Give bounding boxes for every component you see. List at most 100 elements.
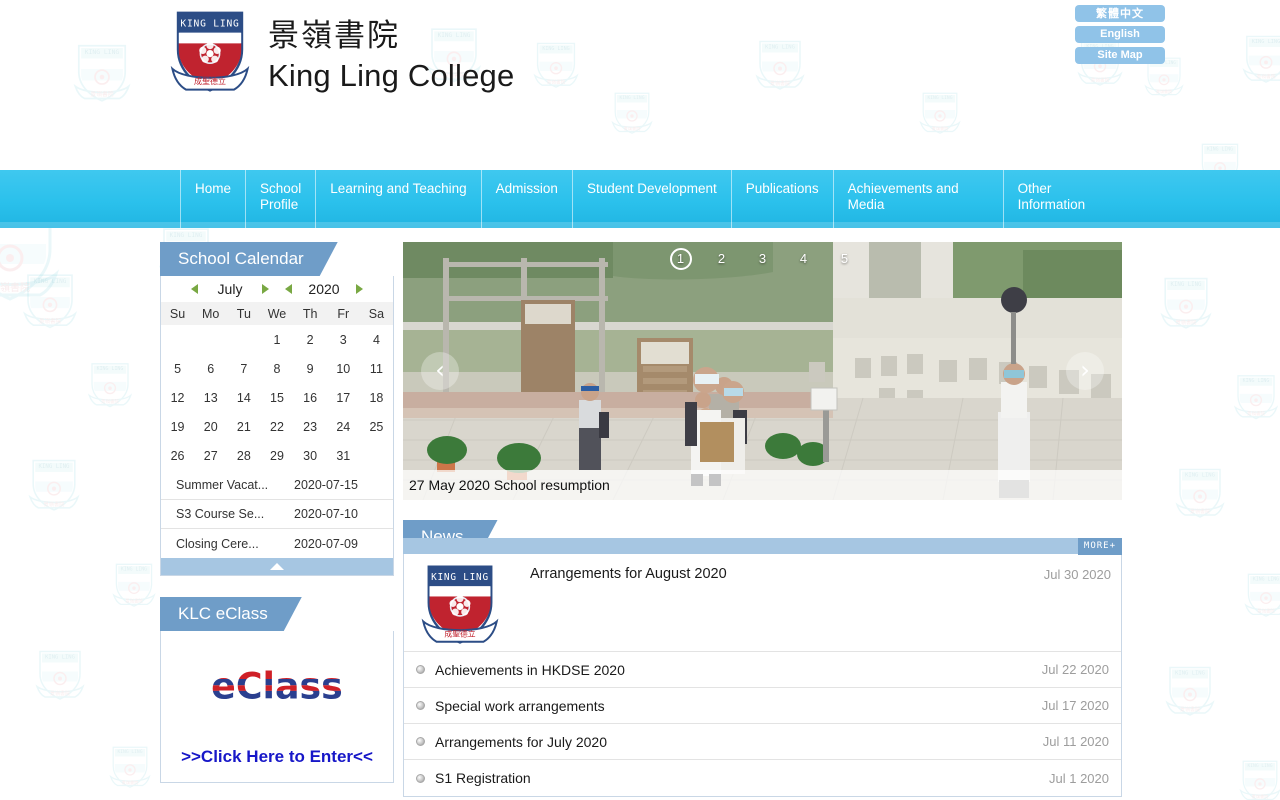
- nav-item-learning-and-teaching[interactable]: Learning and Teaching: [316, 170, 482, 228]
- brand-text-block: 景嶺書院 King Ling College: [268, 8, 514, 96]
- school-crest-icon: KING LING 成聖德立: [170, 11, 250, 92]
- calendar-day-cell[interactable]: 24: [326, 412, 360, 441]
- carousel-pagination: 1 2 3 4 5: [403, 248, 1122, 270]
- carousel-dot-5[interactable]: 5: [834, 248, 856, 270]
- news-header-bar: [403, 538, 1122, 554]
- carousel-dot-3[interactable]: 3: [752, 248, 774, 270]
- calendar-day-cell[interactable]: 8: [260, 354, 294, 383]
- calendar-collapse-button[interactable]: [161, 558, 393, 575]
- calendar-day-cell[interactable]: 22: [260, 412, 294, 441]
- calendar-day-cell[interactable]: 3: [326, 325, 360, 354]
- calendar-day-cell[interactable]: 13: [194, 383, 228, 412]
- header-utility-buttons: 繁體中文 English Site Map: [1075, 5, 1165, 64]
- calendar-year-label: 2020: [308, 281, 340, 297]
- klc-eclass-panel: KLC eClass eClass: [160, 597, 394, 783]
- calendar-day-cell[interactable]: 23: [293, 412, 327, 441]
- svg-text:KING LING: KING LING: [180, 18, 239, 29]
- news-item-title[interactable]: S1 Registration: [435, 770, 1049, 786]
- news-featured-title[interactable]: Arrangements for August 2020: [508, 562, 1044, 582]
- calendar-event-date: 2020-07-09: [294, 536, 358, 551]
- calendar-day-cell[interactable]: 6: [194, 354, 228, 383]
- calendar-next-year-icon[interactable]: [356, 284, 363, 294]
- news-list-item[interactable]: Special work arrangements Jul 17 2020: [404, 688, 1121, 724]
- nav-item-publications[interactable]: Publications: [732, 170, 834, 228]
- calendar-day-cell[interactable]: 30: [293, 441, 327, 470]
- bullet-icon: [416, 665, 425, 674]
- calendar-event-list: Summer Vacat... 2020-07-15 S3 Course Se.…: [161, 470, 393, 558]
- calendar-day-cell[interactable]: 31: [326, 441, 360, 470]
- news-list-item[interactable]: S1 Registration Jul 1 2020: [404, 760, 1121, 796]
- nav-item-admission[interactable]: Admission: [482, 170, 573, 228]
- calendar-day-cell[interactable]: 10: [326, 354, 360, 383]
- calendar-day-cell[interactable]: 28: [227, 441, 261, 470]
- news-list-item[interactable]: Achievements in HKDSE 2020 Jul 22 2020: [404, 652, 1121, 688]
- calendar-week-row: 1234: [161, 325, 393, 354]
- calendar-weekday-row: Su Mo Tu We Th Fr Sa: [161, 302, 393, 325]
- calendar-weekday: We: [260, 302, 294, 325]
- calendar-day-cell[interactable]: 4: [359, 325, 393, 354]
- lang-traditional-chinese-button[interactable]: 繁體中文: [1075, 5, 1165, 22]
- eclass-logo-icon[interactable]: eClass: [207, 665, 347, 708]
- news-item-date: Jul 11 2020: [1042, 734, 1109, 749]
- calendar-event-item[interactable]: S3 Course Se... 2020-07-10: [161, 500, 393, 529]
- calendar-day-cell[interactable]: 12: [161, 383, 195, 412]
- carousel-dot-4[interactable]: 4: [793, 248, 815, 270]
- triangle-up-icon: [270, 563, 284, 570]
- news-item-title[interactable]: Arrangements for July 2020: [435, 734, 1043, 750]
- carousel-dot-2[interactable]: 2: [711, 248, 733, 270]
- news-more-button[interactable]: MORE+: [1077, 538, 1122, 555]
- calendar-day-cell[interactable]: 29: [260, 441, 294, 470]
- calendar-day-cell[interactable]: 16: [293, 383, 327, 412]
- calendar-day-cell[interactable]: 20: [194, 412, 228, 441]
- school-calendar-body: July 2020 Su Mo Tu We Th Fr Sa 1 2 3 4 5…: [160, 276, 394, 576]
- calendar-day-cell[interactable]: 19: [161, 412, 195, 441]
- calendar-day-cell[interactable]: 18: [359, 383, 393, 412]
- school-calendar-panel: School Calendar July 2020 Su Mo Tu We Th…: [160, 242, 394, 576]
- calendar-day-cell[interactable]: 5: [161, 354, 195, 383]
- calendar-day-cell[interactable]: 21: [227, 412, 261, 441]
- news-item-title[interactable]: Achievements in HKDSE 2020: [435, 662, 1042, 678]
- calendar-prev-year-icon[interactable]: [285, 284, 292, 294]
- carousel-dot-1[interactable]: 1: [669, 248, 692, 270]
- calendar-empty-cell: [194, 325, 228, 354]
- calendar-day-cell[interactable]: 14: [227, 383, 261, 412]
- school-calendar-title: School Calendar: [160, 242, 338, 276]
- site-brand[interactable]: KING LING 成聖德立 景嶺書院 King Ling College: [170, 8, 514, 96]
- chevron-right-icon[interactable]: ›: [1066, 352, 1104, 390]
- calendar-next-month-icon[interactable]: [262, 284, 269, 294]
- bullet-icon: [416, 773, 425, 783]
- calendar-day-cell[interactable]: 27: [194, 441, 228, 470]
- news-item-title[interactable]: Special work arrangements: [435, 698, 1042, 714]
- hero-carousel[interactable]: 1 2 3 4 5 ‹ › 27 May 2020 School resumpt…: [403, 242, 1122, 500]
- calendar-day-cell[interactable]: 9: [293, 354, 327, 383]
- calendar-day-cell[interactable]: 2: [293, 325, 327, 354]
- nav-item-achievements-and-media[interactable]: Achievements and Media: [834, 170, 1004, 228]
- calendar-day-cell[interactable]: 15: [260, 383, 294, 412]
- site-map-button[interactable]: Site Map: [1075, 47, 1165, 64]
- carousel-photo: [403, 242, 1122, 500]
- nav-item-other-information[interactable]: Other Information: [1004, 170, 1124, 228]
- calendar-weekday: Sa: [359, 302, 393, 325]
- nav-item-school-profile[interactable]: School Profile: [246, 170, 317, 228]
- calendar-week-row: 5 6 7 8 9 10 11: [161, 354, 393, 383]
- calendar-weekday: Th: [293, 302, 327, 325]
- news-list-item[interactable]: Arrangements for July 2020 Jul 11 2020: [404, 724, 1121, 760]
- nav-item-home[interactable]: Home: [180, 170, 247, 228]
- news-featured-item[interactable]: KING LING 成聖德立 Arrangements for August 2…: [404, 554, 1121, 652]
- calendar-day-cell[interactable]: 26: [161, 441, 195, 470]
- eclass-enter-link[interactable]: >>Click Here to Enter<<: [161, 747, 393, 767]
- chevron-left-icon[interactable]: ‹: [421, 352, 459, 390]
- calendar-prev-month-icon[interactable]: [191, 284, 198, 294]
- calendar-event-title: Summer Vacat...: [176, 478, 269, 492]
- calendar-event-item[interactable]: Summer Vacat... 2020-07-15: [161, 471, 393, 500]
- calendar-day-cell[interactable]: 17: [326, 383, 360, 412]
- calendar-day-cell[interactable]: 1: [260, 325, 294, 354]
- news-item-date: Jul 17 2020: [1041, 698, 1109, 713]
- calendar-day-cell[interactable]: 7: [227, 354, 261, 383]
- calendar-day-cell[interactable]: 11: [359, 354, 393, 383]
- calendar-empty-cell: [359, 441, 393, 470]
- nav-item-student-development[interactable]: Student Development: [573, 170, 732, 228]
- lang-english-button[interactable]: English: [1075, 26, 1165, 43]
- calendar-day-cell[interactable]: 25: [359, 412, 393, 441]
- calendar-event-item[interactable]: Closing Cere... 2020-07-09: [161, 529, 393, 558]
